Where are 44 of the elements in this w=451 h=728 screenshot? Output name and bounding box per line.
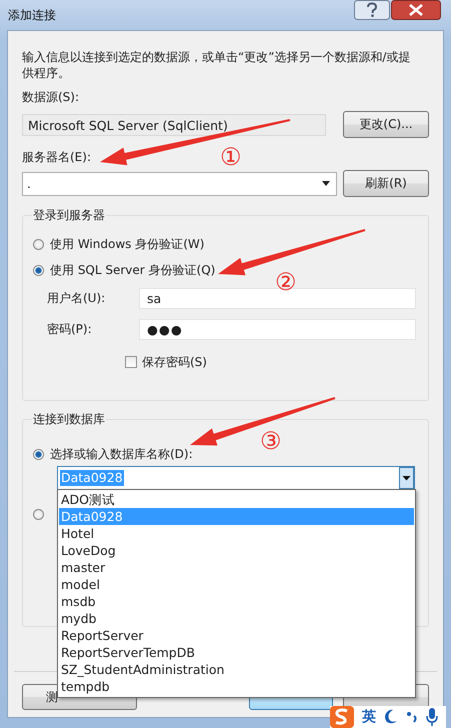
dropdown-item[interactable]: ReportServerTempDB <box>59 644 414 661</box>
password-field[interactable]: ●●● <box>139 319 416 340</box>
dropdown-item[interactable]: LoveDog <box>59 542 414 559</box>
microphone-icon[interactable] <box>426 708 438 726</box>
dropdown-item[interactable]: SZ_StudentAdministration <box>59 661 414 678</box>
dropdown-item[interactable]: ReportServer <box>59 627 414 644</box>
dropdown-item[interactable]: tempdb <box>59 678 414 695</box>
radio-label: 使用 Windows 身份验证(W) <box>50 236 204 252</box>
dropdown-item[interactable]: msdb <box>59 593 414 610</box>
data-source-field: Microsoft SQL Server (SqlClient) <box>22 114 326 136</box>
radio-button[interactable] <box>33 264 44 276</box>
close-icon[interactable] <box>391 0 441 20</box>
help-icon[interactable] <box>354 0 390 20</box>
annotation-number: ① <box>219 142 243 172</box>
password-label: 密码(P): <box>47 321 93 338</box>
dropdown-item[interactable]: mydb <box>59 610 414 627</box>
annotation-number: ③ <box>259 426 283 456</box>
group-title: 连接到数据库 <box>32 411 106 427</box>
radio-button[interactable] <box>33 508 44 520</box>
server-name-combo[interactable]: . <box>22 172 337 196</box>
intro-text: 输入信息以连接到选定的数据源，或单击“更改”选择另一个数据源和/或提供程序。 <box>22 49 412 81</box>
window-title: 添加连接 <box>8 7 56 24</box>
moon-icon[interactable] <box>384 709 398 725</box>
database-value: Data0928 <box>60 470 124 486</box>
refresh-button[interactable]: 刷新(R) <box>343 170 429 197</box>
save-password-label: 保存密码(S) <box>142 354 207 370</box>
dropdown-item[interactable]: Hotel <box>59 525 414 542</box>
change-button[interactable]: 更改(C)... <box>343 111 429 138</box>
radio-label: 使用 SQL Server 身份验证(Q) <box>50 262 216 278</box>
dropdown-arrow-icon <box>322 181 330 186</box>
dropdown-item[interactable]: ADO测试 <box>59 491 414 508</box>
dropdown-item[interactable]: master <box>59 559 414 576</box>
radio-button[interactable] <box>33 238 44 250</box>
data-source-label: 数据源(S): <box>22 89 80 105</box>
punctuation-icon[interactable] <box>406 710 418 724</box>
dropdown-item[interactable]: model <box>59 576 414 593</box>
ime-logo-icon[interactable] <box>330 706 354 728</box>
radio-label: 选择或输入数据库名称(D): <box>50 446 193 462</box>
checkbox[interactable] <box>125 356 137 368</box>
group-title: 登录到服务器 <box>32 207 106 223</box>
ime-language-toggle[interactable]: 英 <box>362 708 376 726</box>
username-label: 用户名(U): <box>47 290 106 307</box>
radio-button[interactable] <box>33 448 44 460</box>
server-name-label: 服务器名(E): <box>22 149 91 165</box>
